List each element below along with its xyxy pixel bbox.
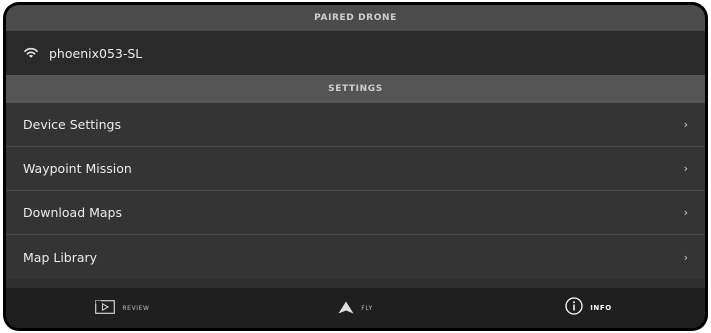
tab-fly-label: FLY (361, 304, 373, 312)
tab-info-label: INFO (590, 304, 612, 312)
settings-list: Device Settings › Waypoint Mission › Dow… (6, 103, 705, 279)
tab-review[interactable]: REVIEW (6, 299, 239, 318)
chevron-right-icon: › (683, 206, 688, 219)
paired-drone-row[interactable]: phoenix053-SL (6, 31, 705, 75)
paired-drone-header-label: PAIRED DRONE (314, 13, 397, 23)
tab-fly[interactable]: FLY (239, 299, 472, 318)
play-box-icon (95, 299, 116, 318)
settings-item-label: Waypoint Mission (23, 161, 132, 176)
settings-item-label: Map Library (23, 249, 98, 265)
arrow-up-icon (338, 299, 354, 318)
paired-drone-name: phoenix053-SL (49, 45, 143, 61)
chevron-right-icon: › (683, 162, 688, 175)
settings-item-label: Device Settings (23, 117, 121, 132)
settings-header-label: SETTINGS (328, 84, 383, 94)
bottom-nav-bar: REVIEW FLY INFO (6, 288, 705, 328)
tab-review-label: REVIEW (122, 304, 150, 312)
settings-item-map-library[interactable]: Map Library › (6, 235, 705, 279)
settings-header: SETTINGS (6, 75, 705, 103)
app-screen: PAIRED DRONE phoenix053-SL SETTINGS Devi… (6, 5, 705, 328)
info-circle-icon (565, 297, 583, 319)
wifi-icon (24, 47, 38, 59)
chevron-right-icon: › (683, 250, 688, 264)
settings-item-device-settings[interactable]: Device Settings › (6, 103, 705, 147)
settings-item-label: Download Maps (23, 205, 122, 220)
tab-info[interactable]: INFO (472, 297, 705, 319)
chevron-right-icon: › (683, 118, 688, 131)
paired-drone-header: PAIRED DRONE (6, 5, 705, 31)
settings-item-download-maps[interactable]: Download Maps › (6, 191, 705, 235)
settings-item-waypoint-mission[interactable]: Waypoint Mission › (6, 147, 705, 191)
device-frame: PAIRED DRONE phoenix053-SL SETTINGS Devi… (3, 2, 708, 331)
